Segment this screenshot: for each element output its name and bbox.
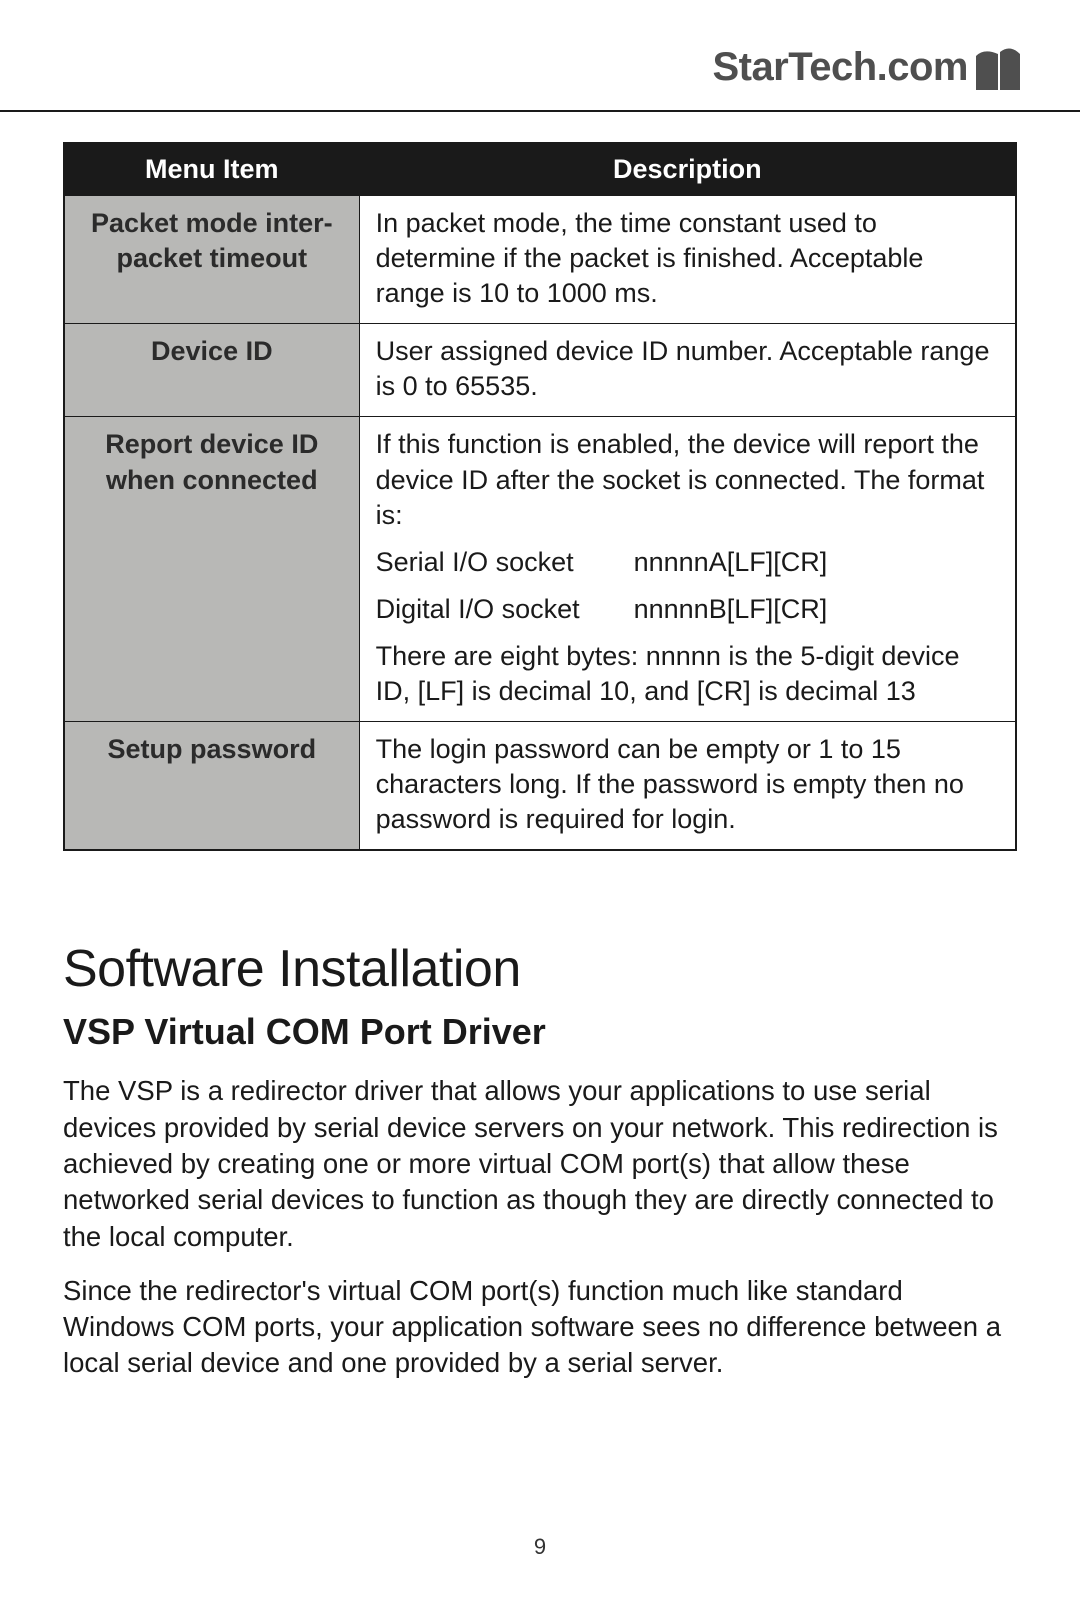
socket-format: nnnnnB[LF][CR] — [634, 592, 828, 627]
description-cell: User assigned device ID number. Acceptab… — [359, 324, 1016, 417]
socket-format-row: Serial I/O socket nnnnnA[LF][CR] — [376, 545, 999, 580]
description-cell: The login password can be empty or 1 to … — [359, 722, 1016, 851]
menu-item-cell: Packet mode inter-packet timeout — [64, 196, 359, 324]
menu-item-cell: Device ID — [64, 324, 359, 417]
section-heading: Software Installation — [63, 939, 1017, 999]
description-cell: If this function is enabled, the device … — [359, 417, 1016, 722]
menu-item-cell: Setup password — [64, 722, 359, 851]
table-header-menu: Menu Item — [64, 143, 359, 196]
table-header-desc: Description — [359, 143, 1016, 196]
desc-intro: If this function is enabled, the device … — [376, 427, 999, 532]
brand-mark-icon — [976, 46, 1020, 90]
table-row: Packet mode inter-packet timeout In pack… — [64, 196, 1016, 324]
body-paragraph: The VSP is a redirector driver that allo… — [63, 1073, 1017, 1254]
socket-format-row: Digital I/O socket nnnnnB[LF][CR] — [376, 592, 999, 627]
page-number: 9 — [0, 1534, 1080, 1560]
socket-format: nnnnnA[LF][CR] — [634, 545, 828, 580]
menu-description-table: Menu Item Description Packet mode inter-… — [63, 142, 1017, 851]
table-row: Device ID User assigned device ID number… — [64, 324, 1016, 417]
brand-name: StarTech.com — [712, 45, 968, 90]
page-header: StarTech.com — [0, 0, 1080, 110]
socket-label: Serial I/O socket — [376, 545, 596, 580]
desc-outro: There are eight bytes: nnnnn is the 5-di… — [376, 639, 999, 709]
brand-logo: StarTech.com — [712, 45, 1020, 90]
description-cell: In packet mode, the time constant used t… — [359, 196, 1016, 324]
page-content: Menu Item Description Packet mode inter-… — [0, 142, 1080, 1382]
table-row: Report device ID when connected If this … — [64, 417, 1016, 722]
header-divider — [0, 110, 1080, 112]
table-row: Setup password The login password can be… — [64, 722, 1016, 851]
body-paragraph: Since the redirector's virtual COM port(… — [63, 1273, 1017, 1382]
socket-label: Digital I/O socket — [376, 592, 596, 627]
menu-item-cell: Report device ID when connected — [64, 417, 359, 722]
sub-heading: VSP Virtual COM Port Driver — [63, 1011, 1017, 1053]
